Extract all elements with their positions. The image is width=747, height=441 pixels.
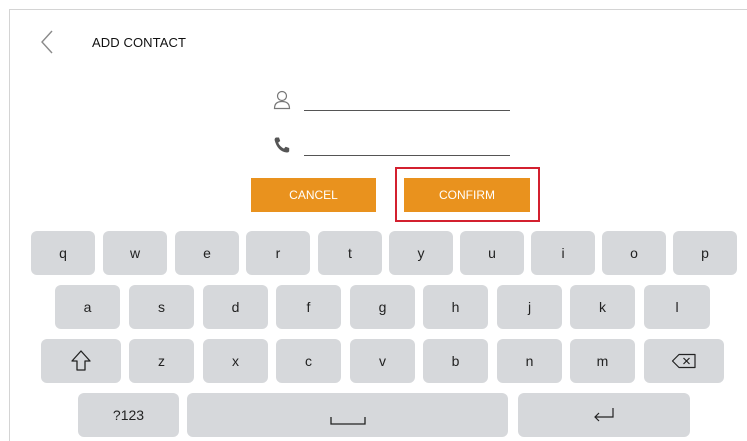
name-input[interactable] (304, 86, 510, 110)
backspace-key[interactable] (644, 339, 724, 383)
person-icon (273, 90, 291, 110)
phone-input-underline (304, 155, 510, 156)
key-i[interactable]: i (531, 231, 595, 275)
key-j[interactable]: j (497, 285, 562, 329)
space-key[interactable] (187, 393, 508, 437)
key-q[interactable]: q (31, 231, 95, 275)
key-e[interactable]: e (175, 231, 239, 275)
cancel-button[interactable]: CANCEL (251, 178, 376, 212)
key-r[interactable]: r (246, 231, 310, 275)
key-b[interactable]: b (423, 339, 488, 383)
space-icon (329, 417, 366, 425)
chevron-left-icon (41, 30, 53, 54)
numbers-key[interactable]: ?123 (78, 393, 179, 437)
confirm-highlight-box (395, 167, 540, 222)
page-title: ADD CONTACT (92, 35, 187, 50)
shift-key[interactable] (41, 339, 121, 383)
key-n[interactable]: n (497, 339, 562, 383)
phone-icon (274, 137, 290, 153)
key-a[interactable]: a (55, 285, 120, 329)
key-c[interactable]: c (276, 339, 341, 383)
key-f[interactable]: f (276, 285, 341, 329)
key-x[interactable]: x (203, 339, 268, 383)
key-s[interactable]: s (129, 285, 194, 329)
enter-key[interactable] (518, 393, 690, 437)
key-t[interactable]: t (318, 231, 382, 275)
backspace-icon (671, 353, 696, 369)
back-button[interactable] (38, 29, 58, 55)
shift-icon (71, 350, 91, 371)
key-p[interactable]: p (673, 231, 737, 275)
key-o[interactable]: o (602, 231, 666, 275)
key-u[interactable]: u (460, 231, 524, 275)
key-l[interactable]: l (644, 285, 710, 329)
name-input-underline (304, 110, 510, 111)
phone-input[interactable] (304, 130, 510, 154)
key-v[interactable]: v (350, 339, 415, 383)
key-d[interactable]: d (203, 285, 268, 329)
key-m[interactable]: m (570, 339, 635, 383)
key-k[interactable]: k (570, 285, 635, 329)
key-g[interactable]: g (350, 285, 415, 329)
key-z[interactable]: z (129, 339, 194, 383)
key-w[interactable]: w (103, 231, 167, 275)
key-h[interactable]: h (423, 285, 488, 329)
key-y[interactable]: y (389, 231, 453, 275)
enter-icon (594, 408, 614, 422)
